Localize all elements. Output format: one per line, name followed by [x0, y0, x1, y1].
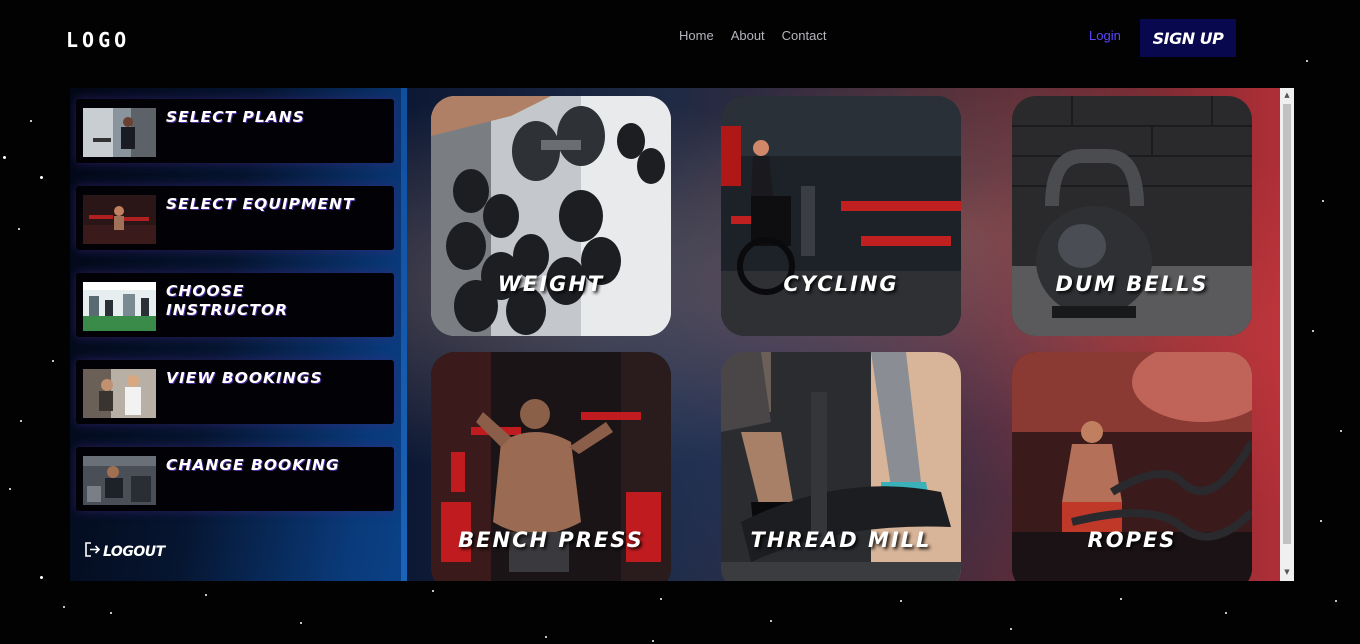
- nav-contact-link[interactable]: Contact: [782, 28, 827, 43]
- scrollbar-thumb[interactable]: [1283, 104, 1291, 544]
- kettlebell-photo-icon: [1012, 96, 1252, 336]
- card-label: CYCLING: [783, 272, 899, 296]
- login-link[interactable]: Login: [1089, 28, 1121, 43]
- sidebar-item-label: SELECT EQUIPMENT: [166, 195, 355, 213]
- sidebar-item-choose-instructor[interactable]: CHOOSE INSTRUCTOR: [76, 273, 394, 337]
- trainer-photo-icon: [83, 108, 156, 157]
- cycling-gym-photo-icon: [721, 96, 961, 336]
- sidebar-item-label: CHOOSE INSTRUCTOR: [166, 282, 289, 319]
- sidebar-item-change-booking[interactable]: CHANGE BOOKING: [76, 447, 394, 511]
- logout-button[interactable]: LOGOUT: [84, 541, 165, 562]
- sidebar-item-label: VIEW BOOKINGS: [166, 369, 323, 387]
- card-label: WEIGHT: [497, 272, 605, 296]
- card-dum-bells[interactable]: DUM BELLS: [1012, 96, 1252, 336]
- site-logo[interactable]: LOGO: [66, 28, 130, 52]
- sidebar: SELECT PLANS SELECT EQUIPMENT CHOOSE INS…: [70, 88, 407, 581]
- card-thread-mill[interactable]: THREAD MILL: [721, 352, 961, 581]
- card-label: ROPES: [1087, 528, 1177, 552]
- sidebar-item-view-bookings[interactable]: VIEW BOOKINGS: [76, 360, 394, 424]
- booking-photo-icon: [83, 369, 156, 418]
- card-label: THREAD MILL: [750, 528, 932, 552]
- nav-about-link[interactable]: About: [731, 28, 765, 43]
- logout-label: LOGOUT: [103, 543, 165, 560]
- gym-room-photo-icon: [83, 282, 156, 331]
- card-weight[interactable]: WEIGHT: [431, 96, 671, 336]
- card-bench-press[interactable]: BENCH PRESS: [431, 352, 671, 581]
- nav-home-link[interactable]: Home: [679, 28, 714, 43]
- main-nav: Home About Contact: [679, 28, 826, 43]
- card-cycling[interactable]: CYCLING: [721, 96, 961, 336]
- sidebar-item-label: SELECT PLANS: [166, 108, 305, 126]
- sidebar-item-select-plans[interactable]: SELECT PLANS: [76, 99, 394, 163]
- gym-photo-icon: [83, 456, 156, 505]
- gallery-scrollbar[interactable]: ▲ ▼: [1280, 88, 1294, 581]
- sidebar-item-label: CHANGE BOOKING: [166, 456, 340, 474]
- sign-up-button[interactable]: SIGN UP: [1140, 19, 1236, 57]
- dashboard-panel: SELECT PLANS SELECT EQUIPMENT CHOOSE INS…: [70, 88, 1294, 581]
- dumbbell-rack-photo-icon: [431, 96, 671, 336]
- scroll-down-icon[interactable]: ▼: [1283, 568, 1291, 576]
- top-navigation-bar: LOGO Home About Contact Login SIGN UP: [0, 0, 1360, 80]
- equipment-photo-icon: [83, 195, 156, 244]
- equipment-gallery: WEIGHT CYCLING DUM BELLS BENCH PRESS THR…: [407, 88, 1280, 581]
- card-label: DUM BELLS: [1055, 272, 1209, 296]
- scroll-up-icon[interactable]: ▲: [1283, 91, 1291, 99]
- sidebar-item-select-equipment[interactable]: SELECT EQUIPMENT: [76, 186, 394, 250]
- card-label: BENCH PRESS: [458, 528, 644, 552]
- logout-icon: [84, 541, 101, 562]
- card-ropes[interactable]: ROPES: [1012, 352, 1252, 581]
